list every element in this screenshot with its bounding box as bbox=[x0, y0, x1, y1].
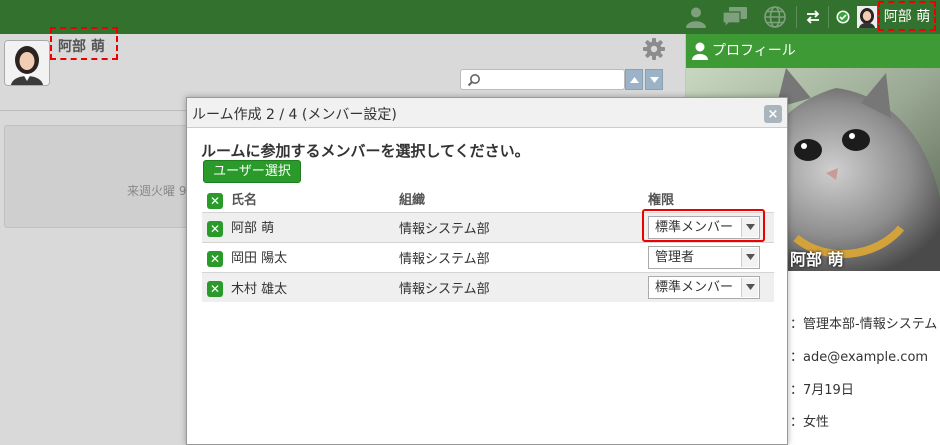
chevron-down-icon bbox=[741, 247, 758, 267]
gear-icon[interactable] bbox=[643, 38, 665, 64]
member-name-cell: ✕ 木村 雄太 bbox=[202, 271, 399, 302]
role-select[interactable]: 標準メンバー bbox=[648, 275, 760, 299]
avatar[interactable] bbox=[4, 40, 50, 86]
member-org-cell: 情報システム部 bbox=[399, 271, 648, 302]
member-name-cell: ✕ 岡田 陽太 bbox=[202, 241, 399, 272]
close-icon[interactable]: × bbox=[764, 105, 782, 123]
room-creation-dialog: ルーム作成 2 / 4 (メンバー設定) × ルームに参加するメンバーを選択して… bbox=[186, 97, 788, 445]
swap-icon[interactable] bbox=[800, 4, 826, 30]
toolbar-divider bbox=[796, 6, 797, 28]
calendar-card[interactable]: 来週火曜 9 bbox=[4, 125, 204, 228]
chat-icon[interactable] bbox=[720, 4, 750, 30]
profile-header-title: プロフィール bbox=[712, 43, 796, 59]
remove-member-icon[interactable]: ✕ bbox=[207, 250, 223, 267]
remove-member-icon[interactable]: ✕ bbox=[207, 220, 223, 237]
table-row: ✕ 木村 雄太 情報システム部 標準メンバー bbox=[202, 271, 774, 302]
highlight-box bbox=[50, 27, 118, 60]
role-select[interactable]: 管理者 bbox=[648, 245, 760, 269]
previous-button[interactable] bbox=[625, 69, 643, 90]
next-button[interactable] bbox=[645, 69, 663, 90]
role-select-value: 管理者 bbox=[655, 249, 695, 265]
profile-header: プロフィール bbox=[686, 34, 940, 68]
toolbar-divider bbox=[828, 6, 829, 28]
member-role-cell: 標準メンバー bbox=[648, 271, 774, 302]
dialog-title: ルーム作成 2 / 4 (メンバー設定) bbox=[192, 107, 397, 123]
top-bar: 阿部 萌 bbox=[0, 0, 940, 34]
member-org-cell: 情報システム部 bbox=[399, 241, 648, 272]
calendar-event-text: 来週火曜 9 bbox=[127, 184, 187, 198]
avatar[interactable] bbox=[856, 4, 878, 30]
profile-birthday: ：7月19日 bbox=[790, 383, 854, 398]
status-check-icon bbox=[834, 4, 852, 30]
user-select-button[interactable]: ユーザー選択 bbox=[203, 160, 301, 183]
highlight-box bbox=[878, 1, 936, 31]
dialog-title-bar: ルーム作成 2 / 4 (メンバー設定) × bbox=[187, 98, 787, 128]
remove-all-icon[interactable]: ✕ bbox=[207, 192, 223, 209]
member-role-cell: 管理者 bbox=[648, 241, 774, 272]
member-table: ✕ 氏名 組織 権限 ✕ 阿部 萌 情報システム部 標準メンバー ✕ 岡田 陽太 情報… bbox=[202, 186, 774, 302]
table-row: ✕ 岡田 陽太 情報システム部 管理者 bbox=[202, 241, 774, 272]
search-icon bbox=[467, 74, 480, 87]
profile-gender: ：女性 bbox=[790, 415, 830, 430]
remove-member-icon[interactable]: ✕ bbox=[207, 281, 223, 297]
profile-name: 阿部 萌 bbox=[790, 250, 844, 269]
person-icon[interactable] bbox=[682, 4, 710, 30]
search-input[interactable] bbox=[460, 69, 625, 90]
person-icon bbox=[692, 42, 708, 60]
highlight-box bbox=[642, 209, 765, 242]
chevron-down-icon bbox=[741, 277, 758, 297]
dialog-instruction: ルームに参加するメンバーを選択してください。 bbox=[201, 142, 530, 160]
globe-icon[interactable] bbox=[760, 4, 790, 30]
member-org-cell: 情報システム部 bbox=[399, 211, 648, 242]
column-header-name: ✕ 氏名 bbox=[202, 186, 399, 212]
profile-email: ：ade@example.com bbox=[790, 350, 929, 365]
member-name-cell: ✕ 阿部 萌 bbox=[202, 211, 399, 242]
column-header-org: 組織 bbox=[399, 193, 426, 209]
profile-department: ：管理本部-情報システム bbox=[790, 317, 938, 332]
role-select-value: 標準メンバー bbox=[655, 279, 734, 295]
